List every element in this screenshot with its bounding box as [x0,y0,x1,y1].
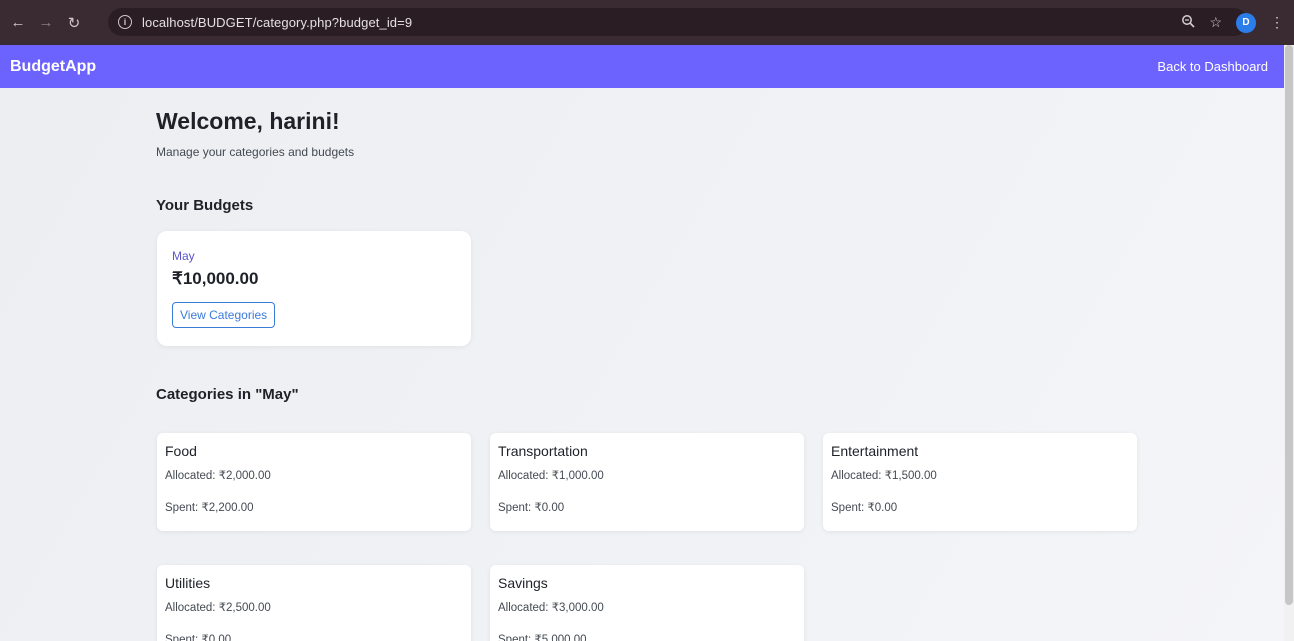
category-spent: Spent: ₹0.00 [165,634,232,641]
profile-avatar[interactable]: D [1236,12,1256,33]
category-spent: Spent: ₹5,000.00 [498,634,587,641]
category-allocated: Allocated: ₹1,500.00 [831,470,937,482]
category-name: Food [165,443,197,459]
budget-card: May ₹10,000.00 View Categories [157,231,471,346]
browser-toolbar: ← → ↻ i localhost/BUDGET/category.php?bu… [0,0,1294,45]
category-card-food: Food Allocated: ₹2,000.00 Spent: ₹2,200.… [157,433,471,531]
url-text[interactable]: localhost/BUDGET/category.php?budget_id=… [142,15,412,30]
category-name: Savings [498,575,548,591]
app-navbar: BudgetApp Back to Dashboard [0,45,1284,88]
menu-kebab-icon[interactable]: ⋮ [1270,14,1284,31]
page-scrollbar[interactable] [1284,45,1294,641]
categories-section-title: Categories in "May" [156,386,299,403]
scrollbar-thumb[interactable] [1285,45,1293,605]
category-spent: Spent: ₹2,200.00 [165,502,254,514]
category-allocated: Allocated: ₹2,500.00 [165,602,271,614]
main-content: Welcome, harini! Manage your categories … [0,88,1284,641]
page-subtitle: Manage your categories and budgets [156,145,355,159]
page-title: Welcome, harini! [156,108,340,134]
category-card-utilities: Utilities Allocated: ₹2,500.00 Spent: ₹0… [157,565,471,641]
back-to-dashboard-link[interactable]: Back to Dashboard [1157,59,1268,74]
category-spent: Spent: ₹0.00 [498,502,565,514]
site-info-icon[interactable]: i [118,15,132,29]
budgets-section-title: Your Budgets [156,197,254,214]
category-card-entertainment: Entertainment Allocated: ₹1,500.00 Spent… [823,433,1137,531]
view-categories-button[interactable]: View Categories [172,302,276,328]
back-arrow-icon[interactable]: ← [8,14,28,31]
zoom-icon[interactable] [1181,14,1196,31]
category-name: Entertainment [831,443,919,459]
budget-amount: ₹10,000.00 [172,269,259,288]
bookmark-star-icon[interactable]: ☆ [1209,14,1222,31]
category-card-transportation: Transportation Allocated: ₹1,000.00 Spen… [490,433,804,531]
category-allocated: Allocated: ₹2,000.00 [165,470,271,482]
brand-logo[interactable]: BudgetApp [10,58,96,76]
reload-icon[interactable]: ↻ [64,14,84,32]
budget-month: May [172,249,195,263]
category-card-savings: Savings Allocated: ₹3,000.00 Spent: ₹5,0… [490,565,804,641]
forward-arrow-icon[interactable]: → [36,14,56,31]
category-allocated: Allocated: ₹3,000.00 [498,602,604,614]
address-bar[interactable]: i localhost/BUDGET/category.php?budget_i… [108,8,1248,36]
category-name: Transportation [498,443,588,459]
category-allocated: Allocated: ₹1,000.00 [498,470,604,482]
category-spent: Spent: ₹0.00 [831,502,898,514]
category-name: Utilities [165,575,211,591]
